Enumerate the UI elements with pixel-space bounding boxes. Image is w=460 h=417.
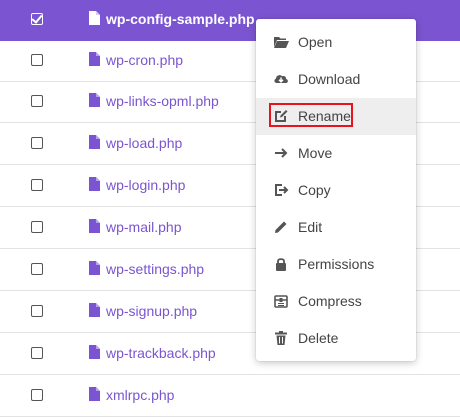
row-checkbox[interactable] — [31, 54, 43, 66]
file-name[interactable]: wp-trackback.php — [106, 345, 216, 361]
row-checkbox[interactable] — [31, 221, 43, 233]
file-name[interactable]: wp-signup.php — [106, 303, 197, 319]
menu-item-move[interactable]: Move — [256, 135, 416, 172]
menu-item-label: Edit — [298, 219, 323, 235]
trash-icon — [275, 331, 287, 345]
menu-item-label: Rename — [298, 108, 351, 124]
row-checkbox[interactable] — [31, 263, 43, 275]
row-checkbox[interactable] — [31, 305, 43, 317]
file-icon — [89, 261, 100, 275]
menu-item-permissions[interactable]: Permissions — [256, 246, 416, 283]
menu-item-edit[interactable]: Edit — [256, 209, 416, 246]
file-icon — [89, 303, 100, 317]
lock-icon — [276, 258, 286, 271]
row-checkbox[interactable] — [31, 95, 43, 107]
file-name[interactable]: wp-cron.php — [106, 52, 183, 68]
context-menu: Open Download Rename Move Copy Edit Perm… — [256, 19, 416, 361]
menu-item-download[interactable]: Download — [256, 61, 416, 98]
archive-icon — [274, 295, 288, 308]
menu-item-copy[interactable]: Copy — [256, 172, 416, 209]
row-checkbox[interactable] — [31, 12, 43, 25]
file-icon — [89, 11, 100, 25]
file-name[interactable]: wp-links-opml.php — [106, 93, 219, 109]
file-icon — [89, 52, 100, 66]
menu-item-label: Permissions — [298, 256, 375, 272]
folder-open-icon — [274, 37, 289, 48]
pencil-icon — [275, 221, 287, 233]
file-name[interactable]: xmlrpc.php — [106, 387, 174, 403]
menu-item-label: Open — [298, 34, 333, 50]
file-name[interactable]: wp-mail.php — [106, 219, 181, 235]
file-name[interactable]: wp-config-sample.php — [106, 11, 255, 27]
menu-item-label: Copy — [298, 182, 331, 198]
file-icon — [89, 219, 100, 233]
menu-item-label: Move — [298, 145, 333, 161]
menu-item-label: Compress — [298, 293, 362, 309]
menu-item-label: Delete — [298, 330, 339, 346]
file-name[interactable]: wp-settings.php — [106, 261, 204, 277]
file-icon — [89, 93, 100, 107]
arrow-right-icon — [275, 148, 288, 158]
file-icon — [89, 345, 100, 359]
menu-item-delete[interactable]: Delete — [256, 320, 416, 357]
file-icon — [89, 387, 100, 401]
file-icon — [89, 135, 100, 149]
checkmark-icon — [31, 12, 43, 24]
file-name[interactable]: wp-login.php — [106, 177, 185, 193]
row-checkbox[interactable] — [31, 179, 43, 191]
row-checkbox[interactable] — [31, 389, 43, 401]
file-name[interactable]: wp-load.php — [106, 135, 182, 151]
menu-item-rename[interactable]: Rename — [256, 98, 416, 135]
row-checkbox[interactable] — [31, 137, 43, 149]
copy-icon — [275, 184, 289, 196]
row-checkbox[interactable] — [31, 347, 43, 359]
menu-item-label: Download — [298, 71, 361, 87]
file-row[interactable]: xmlrpc.php — [0, 376, 460, 417]
rename-icon — [275, 110, 288, 122]
menu-item-compress[interactable]: Compress — [256, 283, 416, 320]
file-icon — [89, 177, 100, 191]
cloud-download-icon — [274, 75, 288, 83]
menu-item-open[interactable]: Open — [256, 24, 416, 61]
